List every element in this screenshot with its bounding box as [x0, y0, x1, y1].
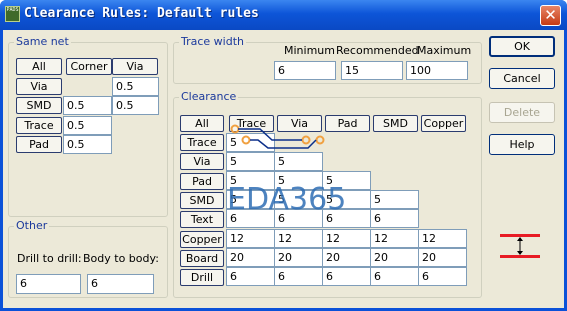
- clearance-drill-via[interactable]: 6: [274, 267, 323, 286]
- pads-app-icon: PADS: [5, 6, 20, 22]
- trace-width-maximum-label: Maximum: [417, 44, 472, 57]
- clearance-smd-smd[interactable]: 5: [370, 190, 419, 209]
- clearance-drill-copper[interactable]: 6: [418, 267, 467, 286]
- same-net-row-pad[interactable]: Pad: [16, 136, 62, 153]
- clearance-board-pad[interactable]: 20: [322, 248, 371, 267]
- trace-width-recommended-label: Recommended: [336, 44, 419, 57]
- clearance-copper-via[interactable]: 12: [274, 229, 323, 248]
- dialog-body: Same net All Corner Via Via 0.5 SMD 0.5 …: [3, 30, 564, 308]
- clearance-all-button[interactable]: All: [180, 115, 224, 132]
- title-bar[interactable]: PADS Clearance Rules: Default rules ✕: [0, 0, 567, 30]
- clearance-drill-pad[interactable]: 6: [322, 267, 371, 286]
- clearance-row-trace[interactable]: Trace: [180, 134, 224, 151]
- help-button[interactable]: Help: [489, 134, 555, 155]
- clearance-title: Clearance: [179, 90, 239, 103]
- clearance-col-smd[interactable]: SMD: [373, 115, 418, 132]
- delete-button[interactable]: Delete: [489, 102, 555, 123]
- trace-width-title: Trace width: [179, 35, 246, 48]
- trace-width-minimum-label: Minimum: [284, 44, 335, 57]
- same-net-row-trace[interactable]: Trace: [16, 117, 62, 134]
- trace-width-maximum-input[interactable]: 100: [406, 61, 468, 80]
- clearance-row-drill[interactable]: Drill: [180, 269, 224, 286]
- clearance-drill-smd[interactable]: 6: [370, 267, 419, 286]
- same-net-row-via[interactable]: Via: [16, 78, 62, 95]
- trace-width-minimum-input[interactable]: 6: [274, 61, 336, 80]
- clearance-row-pad[interactable]: Pad: [180, 173, 224, 190]
- same-net-trace-corner-value[interactable]: 0.5: [63, 116, 112, 135]
- same-net-corner-button[interactable]: Corner: [66, 58, 112, 75]
- same-net-via-button[interactable]: Via: [112, 58, 158, 75]
- clearance-board-smd[interactable]: 20: [370, 248, 419, 267]
- same-net-smd-via-value[interactable]: 0.5: [112, 96, 159, 115]
- same-net-row-smd[interactable]: SMD: [16, 97, 62, 114]
- clearance-row-via[interactable]: Via: [180, 153, 224, 170]
- clearance-row-copper[interactable]: Copper: [180, 231, 224, 248]
- body-to-body-label: Body to body:: [83, 252, 159, 265]
- clearance-col-pad[interactable]: Pad: [325, 115, 370, 132]
- clearance-copper-pad[interactable]: 12: [322, 229, 371, 248]
- clearance-col-copper[interactable]: Copper: [421, 115, 466, 132]
- cancel-button[interactable]: Cancel: [489, 68, 555, 89]
- clearance-via-via[interactable]: 5: [274, 152, 323, 171]
- drill-to-drill-label: Drill to drill:: [17, 252, 82, 265]
- clearance-copper-copper[interactable]: 12: [418, 229, 467, 248]
- clearance-board-copper[interactable]: 20: [418, 248, 467, 267]
- clearance-copper-smd[interactable]: 12: [370, 229, 419, 248]
- clearance-drill-trace[interactable]: 6: [226, 267, 275, 286]
- clearance-board-via[interactable]: 20: [274, 248, 323, 267]
- clearance-row-board[interactable]: Board: [180, 250, 224, 267]
- clearance-via-trace[interactable]: 5: [226, 152, 275, 171]
- same-net-title: Same net: [14, 35, 71, 48]
- same-net-via-via-value[interactable]: 0.5: [112, 77, 159, 96]
- clearance-text-smd[interactable]: 6: [370, 209, 419, 228]
- clearance-copper-trace[interactable]: 12: [226, 229, 275, 248]
- close-button[interactable]: ✕: [540, 5, 561, 26]
- ok-button[interactable]: OK: [489, 36, 555, 57]
- eda365-watermark: EDA365: [227, 182, 347, 217]
- window-title: Clearance Rules: Default rules: [24, 6, 259, 21]
- body-to-body-input[interactable]: 6: [87, 274, 154, 294]
- trace-via-overlay-icon: [230, 124, 325, 149]
- clearance-indicator-icon: [500, 234, 540, 258]
- trace-width-recommended-input[interactable]: 15: [341, 61, 403, 80]
- clearance-board-trace[interactable]: 20: [226, 248, 275, 267]
- other-title: Other: [14, 219, 50, 232]
- drill-to-drill-input[interactable]: 6: [16, 274, 81, 294]
- same-net-smd-corner-value[interactable]: 0.5: [63, 96, 112, 115]
- same-net-all-button[interactable]: All: [16, 58, 62, 75]
- same-net-pad-corner-value[interactable]: 0.5: [63, 135, 112, 154]
- dialog-window: PADS Clearance Rules: Default rules ✕ Sa…: [0, 0, 567, 311]
- clearance-row-text[interactable]: Text: [180, 211, 224, 228]
- clearance-row-smd[interactable]: SMD: [180, 192, 224, 209]
